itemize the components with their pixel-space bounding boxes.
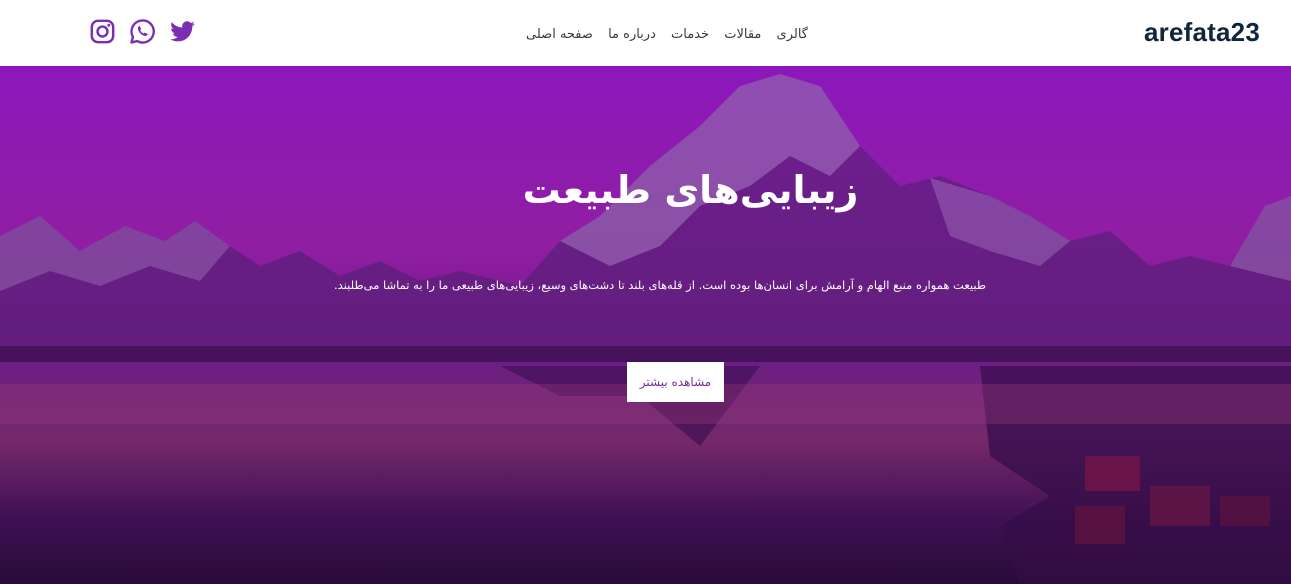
hero-background-image: [0, 66, 1291, 584]
nav-item-home[interactable]: صفحه اصلی: [526, 27, 593, 42]
main-nav: صفحه اصلی درباره ما خدمات مقالات گالری: [526, 24, 808, 44]
instagram-icon[interactable]: [89, 18, 116, 45]
hero-description: طبیعت همواره منبع الهام و آرامش برای انس…: [334, 278, 986, 292]
site-logo[interactable]: arefata23: [1144, 17, 1260, 48]
social-links: [89, 18, 196, 45]
nav-item-articles[interactable]: مقالات: [724, 27, 761, 42]
whatsapp-icon[interactable]: [129, 18, 156, 45]
see-more-button[interactable]: مشاهده بیشتر: [627, 362, 724, 402]
twitter-icon[interactable]: [169, 18, 196, 45]
site-header: صفحه اصلی درباره ما خدمات مقالات گالری a…: [0, 0, 1291, 66]
nav-item-about[interactable]: درباره ما: [608, 27, 656, 42]
hero-section: زیبایی‌های طبیعت طبیعت همواره منبع الهام…: [0, 66, 1291, 584]
nav-item-services[interactable]: خدمات: [671, 27, 709, 42]
hero-title: زیبایی‌های طبیعت: [522, 168, 859, 212]
nav-item-gallery[interactable]: گالری: [777, 27, 808, 42]
